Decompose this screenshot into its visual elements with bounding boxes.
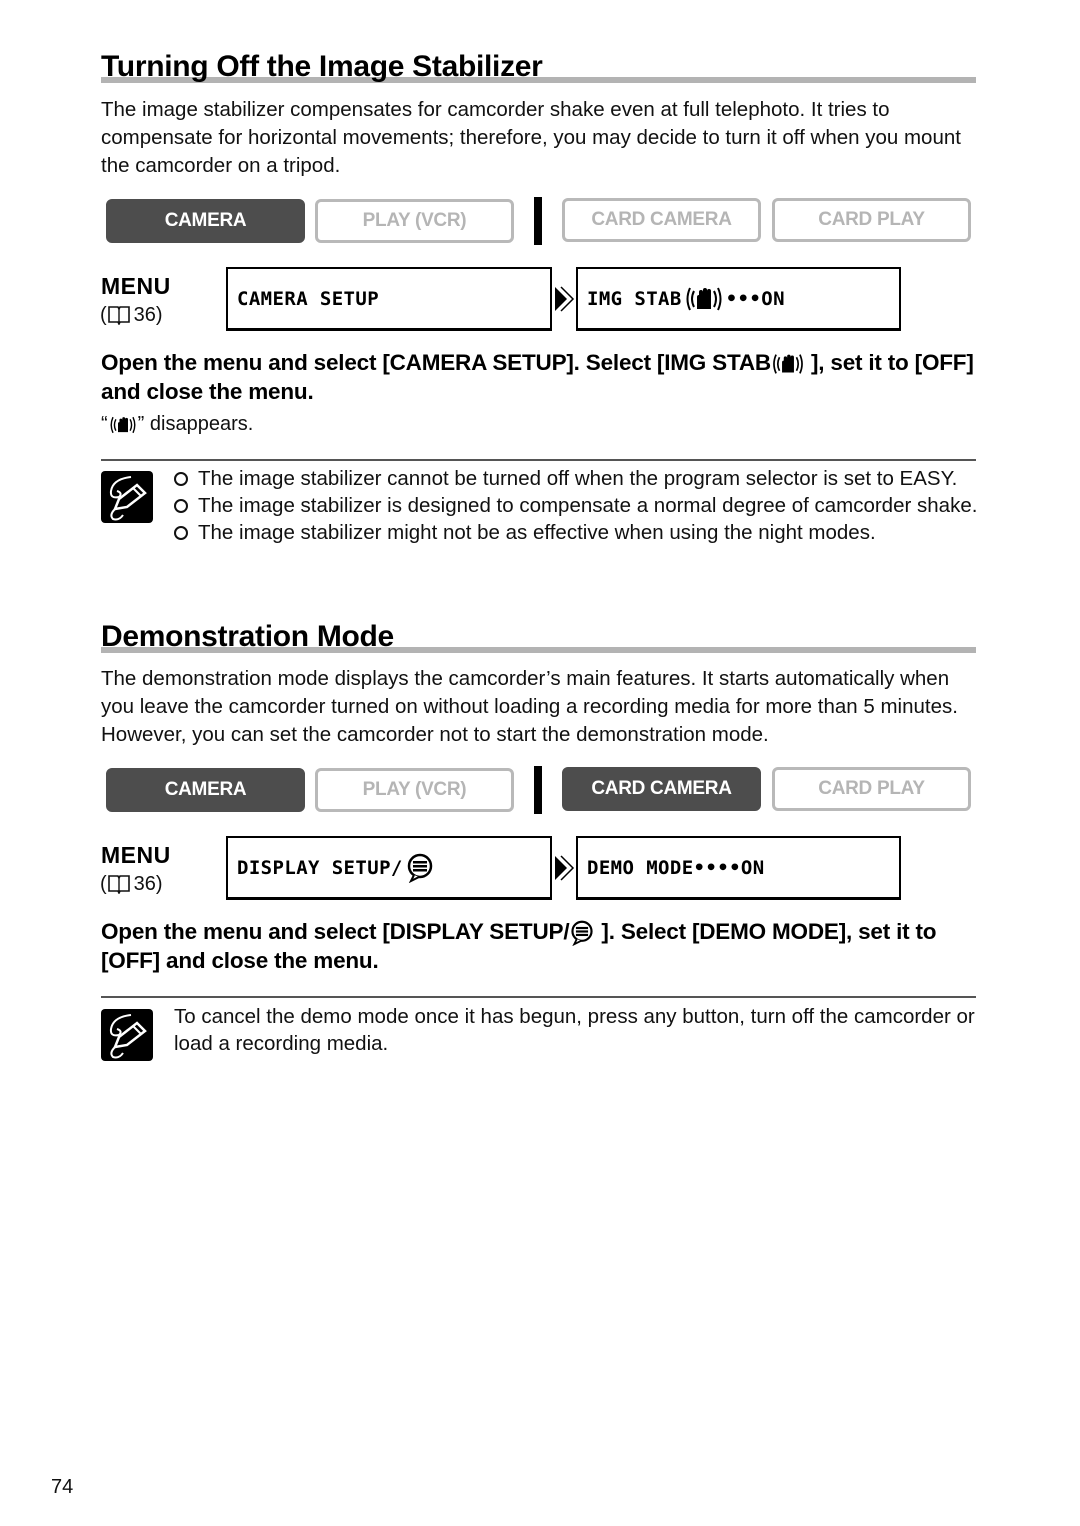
mode-card-play: CARD PLAY	[772, 198, 971, 242]
bullet-icon	[174, 472, 188, 486]
note-text: To cancel the demo mode once it has begu…	[174, 1005, 975, 1055]
menu-step-label: DEMO MODE••••ON	[587, 856, 765, 879]
mode-divider	[534, 766, 542, 814]
notes-list: The image stabilizer cannot be turned of…	[174, 465, 984, 546]
section-title-text: Demonstration Mode	[101, 620, 394, 653]
section-title-image-stabilizer: Turning Off the Image Stabilizer	[101, 50, 976, 84]
mode-card-play: CARD PLAY	[772, 767, 971, 811]
hand-stabilizer-icon	[771, 352, 805, 376]
ref-open-paren: (	[100, 873, 107, 895]
result-text: “ ” disappears.	[101, 410, 981, 438]
mode-selector-row: CAMERA PLAY (VCR) CARD CAMERA CARD PLAY	[106, 766, 972, 814]
mode-divider	[534, 197, 542, 245]
ref-page-number: 36)	[133, 304, 163, 326]
menu-step-demo-mode: DEMO MODE••••ON	[576, 836, 901, 900]
result-label: ” disappears.	[137, 413, 254, 435]
book-icon	[108, 874, 130, 894]
menu-step-camera-setup: CAMERA SETUP	[226, 267, 552, 331]
divider	[101, 459, 976, 461]
pencil-note-icon	[101, 471, 153, 523]
note-text: The image stabilizer cannot be turned of…	[198, 467, 958, 490]
menu-step-label: IMG STAB	[587, 287, 682, 310]
instruction-part: Open the menu and select [CAMERA SETUP].…	[101, 350, 771, 375]
pencil-note-icon	[101, 1009, 153, 1061]
note-item: The image stabilizer cannot be turned of…	[174, 465, 984, 492]
book-icon	[108, 305, 130, 325]
quote-open: “	[101, 413, 108, 435]
page-reference: ( 36)	[100, 872, 163, 896]
mode-play-vcr: PLAY (VCR)	[315, 768, 514, 812]
mode-selector-row: CAMERA PLAY (VCR) CARD CAMERA CARD PLAY	[106, 197, 972, 245]
intro-paragraph: The demonstration mode displays the camc…	[101, 667, 958, 746]
bullet-icon	[174, 526, 188, 540]
menu-step-display-setup: DISPLAY SETUP/	[226, 836, 552, 900]
instruction-text: Open the menu and select [DISPLAY SETUP/…	[101, 917, 981, 975]
note-text: The image stabilizer is designed to comp…	[198, 494, 978, 517]
mode-card-camera: CARD CAMERA	[562, 198, 761, 242]
section-title-demonstration-mode: Demonstration Mode	[101, 620, 976, 654]
bullet-icon	[174, 499, 188, 513]
page-number: 74	[51, 1476, 74, 1498]
note-item: The image stabilizer might not be as eff…	[174, 519, 984, 546]
mode-card-camera: CARD CAMERA	[562, 767, 761, 811]
intro-paragraph: The image stabilizer compensates for cam…	[101, 98, 961, 177]
section-title-text: Turning Off the Image Stabilizer	[101, 50, 543, 83]
hand-stabilizer-icon	[684, 285, 724, 313]
menu-label: MENU	[101, 273, 171, 299]
note-text: The image stabilizer might not be as eff…	[198, 521, 876, 544]
menu-label: MENU	[101, 842, 171, 868]
speech-bubble-icon	[405, 853, 435, 883]
menu-arrow-icon	[553, 854, 575, 882]
divider	[101, 996, 976, 998]
menu-step-value: •••ON	[725, 287, 785, 310]
ref-open-paren: (	[100, 304, 107, 326]
mode-play-vcr: PLAY (VCR)	[315, 199, 514, 243]
menu-step-label: CAMERA SETUP	[237, 287, 380, 310]
menu-arrow-icon	[553, 285, 575, 313]
speech-bubble-icon	[569, 920, 595, 946]
page-reference: ( 36)	[100, 303, 163, 327]
mode-camera: CAMERA	[106, 199, 305, 243]
menu-step-img-stab: IMG STAB •••ON	[576, 267, 901, 331]
menu-step-label: DISPLAY SETUP/	[237, 856, 403, 879]
note-item: The image stabilizer is designed to comp…	[174, 492, 984, 519]
mode-camera: CAMERA	[106, 768, 305, 812]
instruction-part: Open the menu and select [DISPLAY SETUP/	[101, 919, 570, 944]
hand-stabilizer-icon	[108, 415, 138, 435]
ref-page-number: 36)	[133, 873, 163, 895]
instruction-text: Open the menu and select [CAMERA SETUP].…	[101, 348, 981, 406]
